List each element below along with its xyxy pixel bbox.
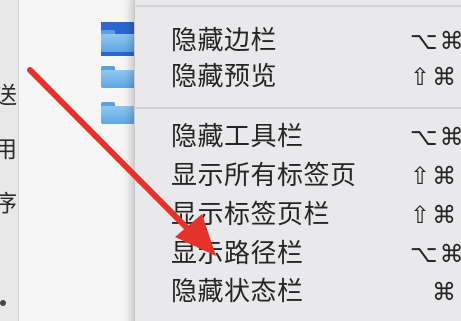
keyboard-shortcut: ⌥⌘ — [410, 27, 461, 55]
keyboard-shortcut: ⇧⌘ — [410, 201, 459, 229]
sidebar-item-partial[interactable]: 用 — [0, 138, 18, 162]
keyboard-shortcut: ⌥⌘ — [410, 123, 461, 151]
file-list-pane[interactable] — [18, 0, 141, 321]
menu-item-show-tab-bar[interactable]: 显示标签页栏 ⇧⌘ — [134, 196, 461, 234]
keyboard-shortcut: ⇧⌘ — [410, 63, 459, 91]
menu-separator — [134, 5, 461, 7]
menu-item-label: 显示所有标签页 — [171, 161, 357, 191]
menu-item-label: 隐藏边栏 — [171, 26, 278, 56]
folder-icon[interactable] — [101, 102, 135, 124]
menu-item-hide-status-bar[interactable]: 隐藏状态栏 ⌘ — [134, 273, 461, 311]
keyboard-shortcut: ⌘ — [432, 278, 458, 306]
sidebar-item-partial[interactable]: 送 — [0, 84, 18, 108]
finder-sidebar: 送 用 序 — [0, 0, 18, 321]
menu-item-label: 隐藏工具栏 — [171, 122, 304, 152]
menu-item-label: 隐藏状态栏 — [171, 277, 304, 307]
sidebar-item-indicator — [0, 300, 6, 306]
menu-item-hide-sidebar[interactable]: 隐藏边栏 ⌥⌘ — [134, 22, 461, 60]
folder-icon[interactable] — [101, 66, 135, 88]
folder-icon[interactable] — [101, 30, 135, 52]
menu-item-label: 隐藏预览 — [171, 62, 278, 92]
keyboard-shortcut: ⌥⌘ — [410, 240, 461, 268]
menu-item-hide-toolbar[interactable]: 隐藏工具栏 ⌥⌘ — [134, 118, 461, 156]
sidebar-item-partial[interactable]: 序 — [0, 192, 18, 216]
finder-screen: 送 用 序 隐藏边栏 ⌥⌘ 隐藏预览 ⇧⌘ 隐藏工具栏 ⌥⌘ 显示所有标签页 ⇧… — [0, 0, 461, 321]
keyboard-shortcut: ⇧⌘ — [410, 162, 459, 190]
menu-item-show-path-bar[interactable]: 显示路径栏 ⌥⌘ — [134, 235, 461, 273]
menu-item-label: 显示路径栏 — [171, 239, 304, 269]
menu-item-label: 显示标签页栏 — [171, 200, 331, 230]
menu-item-show-all-tabs[interactable]: 显示所有标签页 ⇧⌘ — [134, 157, 461, 195]
menu-item-hide-preview[interactable]: 隐藏预览 ⇧⌘ — [134, 58, 461, 96]
menu-separator — [134, 107, 461, 109]
